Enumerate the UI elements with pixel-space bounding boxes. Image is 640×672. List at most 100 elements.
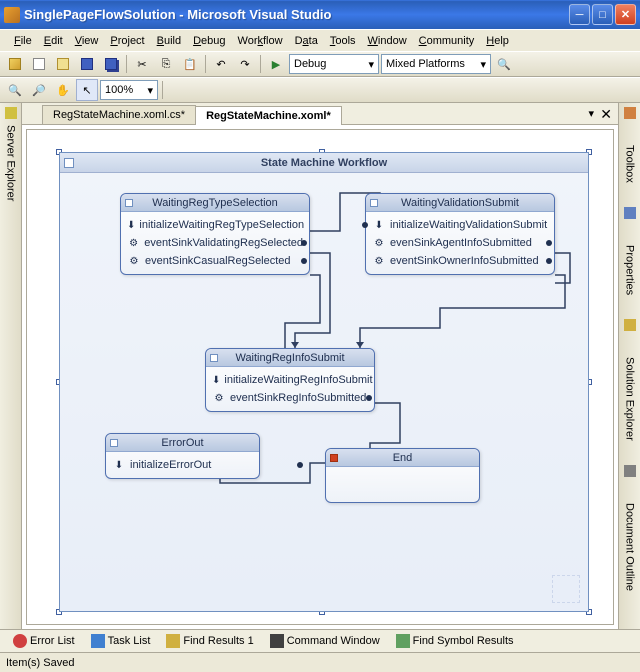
activity-row[interactable]: ⚙eventSinkValidatingRegSelected [127,234,303,252]
menu-view[interactable]: View [69,33,105,49]
server-explorer-tab[interactable]: Server Explorer [3,121,19,205]
menu-data[interactable]: Data [289,33,324,49]
new-project-button[interactable] [4,53,26,75]
toolbox-icon[interactable] [624,107,636,119]
event-icon: ⚙ [127,236,140,250]
error-icon [13,634,27,648]
open-file-button[interactable] [52,53,74,75]
menu-window[interactable]: Window [362,33,413,49]
toolbar-zoom: 🔍 🔎 ✋ ↖ 100%▾ [0,77,640,103]
pointer-button[interactable]: ↖ [76,79,98,101]
init-icon: ⬇ [112,458,126,472]
close-button[interactable]: ✕ [615,4,636,25]
event-icon: ⚙ [372,254,386,268]
add-item-button[interactable] [28,53,50,75]
tab-close-icon[interactable]: ✕ [600,106,612,123]
document-tabs: RegStateMachine.xoml.cs* RegStateMachine… [22,103,618,125]
init-icon: ⬇ [212,373,220,387]
init-icon: ⬇ [127,218,135,232]
activity-row[interactable]: ⬇initializeWaitingRegInfoSubmit [212,371,368,389]
state-end[interactable]: End [325,448,480,503]
watermark-icon [552,575,580,603]
start-debug-button[interactable]: ▶ [265,53,287,75]
activity-row[interactable]: ⬇initializeErrorOut [112,456,253,474]
redo-button[interactable]: ↷ [234,53,256,75]
state-waiting-validation[interactable]: WaitingValidationSubmit ⬇initializeWaiti… [365,193,555,275]
state-error-out[interactable]: ErrorOut ⬇initializeErrorOut [105,433,260,479]
save-all-button[interactable] [100,53,122,75]
pan-button[interactable]: ✋ [52,79,74,101]
init-icon: ⬇ [372,218,386,232]
tab-dropdown-icon[interactable]: ▾ [588,107,594,120]
workflow-title: State Machine Workflow [60,153,588,173]
title-bar: SinglePageFlowSolution - Microsoft Visua… [0,0,640,29]
activity-row[interactable]: ⬇initializeWaitingValidationSubmit [372,216,548,234]
menu-workflow[interactable]: Workflow [232,33,289,49]
tab-cs-file[interactable]: RegStateMachine.xoml.cs* [42,105,196,124]
find-symbol-tab[interactable]: Find Symbol Results [389,631,521,651]
state-waiting-reg-type[interactable]: WaitingRegTypeSelection ⬇initializeWaiti… [120,193,310,275]
activity-row[interactable]: ⚙eventSinkRegInfoSubmitted [212,389,368,407]
tab-xoml-file[interactable]: RegStateMachine.xoml* [195,106,342,125]
solution-explorer-icon[interactable] [624,319,636,331]
menu-bar: File Edit View Project Build Debug Workf… [0,29,640,51]
event-icon: ⚙ [127,254,141,268]
properties-tab[interactable]: Properties [622,241,638,299]
paste-button[interactable]: 📋 [179,53,201,75]
state-title: End [393,452,413,464]
menu-debug[interactable]: Debug [187,33,231,49]
state-title: ErrorOut [161,437,203,449]
status-text: Item(s) Saved [6,657,74,669]
sidebar-right: Toolbox Properties Solution Explorer Doc… [618,103,640,629]
save-button[interactable] [76,53,98,75]
server-explorer-icon[interactable] [5,107,17,119]
state-title: WaitingRegInfoSubmit [235,352,344,364]
platform-combo[interactable]: Mixed Platforms▾ [381,54,491,74]
command-window-tab[interactable]: Command Window [263,631,387,651]
menu-build[interactable]: Build [151,33,187,49]
zoom-out-button[interactable]: 🔎 [28,79,50,101]
activity-row[interactable]: ⚙evenSinkAgentInfoSubmitted [372,234,548,252]
properties-icon[interactable] [624,207,636,219]
task-list-tab[interactable]: Task List [84,631,158,651]
zoom-combo[interactable]: 100%▾ [100,80,158,100]
state-title: WaitingRegTypeSelection [152,197,278,209]
menu-file[interactable]: File [8,33,38,49]
command-icon [270,634,284,648]
task-icon [91,634,105,648]
maximize-button[interactable]: □ [592,4,613,25]
menu-project[interactable]: Project [104,33,150,49]
menu-tools[interactable]: Tools [324,33,362,49]
toolbox-tab[interactable]: Toolbox [622,141,638,187]
symbol-icon [396,634,410,648]
solution-explorer-tab[interactable]: Solution Explorer [622,353,638,445]
find-results-tab[interactable]: Find Results 1 [159,631,260,651]
minimize-button[interactable]: ─ [569,4,590,25]
sidebar-left: Server Explorer [0,103,22,629]
menu-community[interactable]: Community [413,33,481,49]
activity-row[interactable]: ⚙eventSinkOwnerInfoSubmitted [372,252,548,270]
document-outline-tab[interactable]: Document Outline [622,499,638,595]
menu-help[interactable]: Help [480,33,515,49]
event-icon: ⚙ [372,236,386,250]
undo-button[interactable]: ↶ [210,53,232,75]
designer-canvas[interactable]: State Machine Workflow [26,129,614,625]
find-button[interactable]: 🔍 [493,53,515,75]
cut-button[interactable]: ✂ [131,53,153,75]
end-icon [330,454,338,462]
document-outline-icon[interactable] [624,465,636,477]
copy-button[interactable]: ⎘ [155,53,177,75]
bottom-tool-tabs: Error List Task List Find Results 1 Comm… [0,629,640,652]
activity-row[interactable]: ⚙eventSinkCasualRegSelected [127,252,303,270]
state-waiting-reg-info[interactable]: WaitingRegInfoSubmit ⬇initializeWaitingR… [205,348,375,412]
app-icon [4,7,20,23]
menu-edit[interactable]: Edit [38,33,69,49]
activity-row[interactable]: ⬇initializeWaitingRegTypeSelection [127,216,303,234]
zoom-in-button[interactable]: 🔍 [4,79,26,101]
error-list-tab[interactable]: Error List [6,631,82,651]
config-combo[interactable]: Debug▾ [289,54,379,74]
state-title: WaitingValidationSubmit [401,197,519,209]
expand-icon[interactable] [64,158,74,168]
status-bar: Item(s) Saved [0,652,640,672]
workflow-container[interactable]: State Machine Workflow [59,152,589,612]
